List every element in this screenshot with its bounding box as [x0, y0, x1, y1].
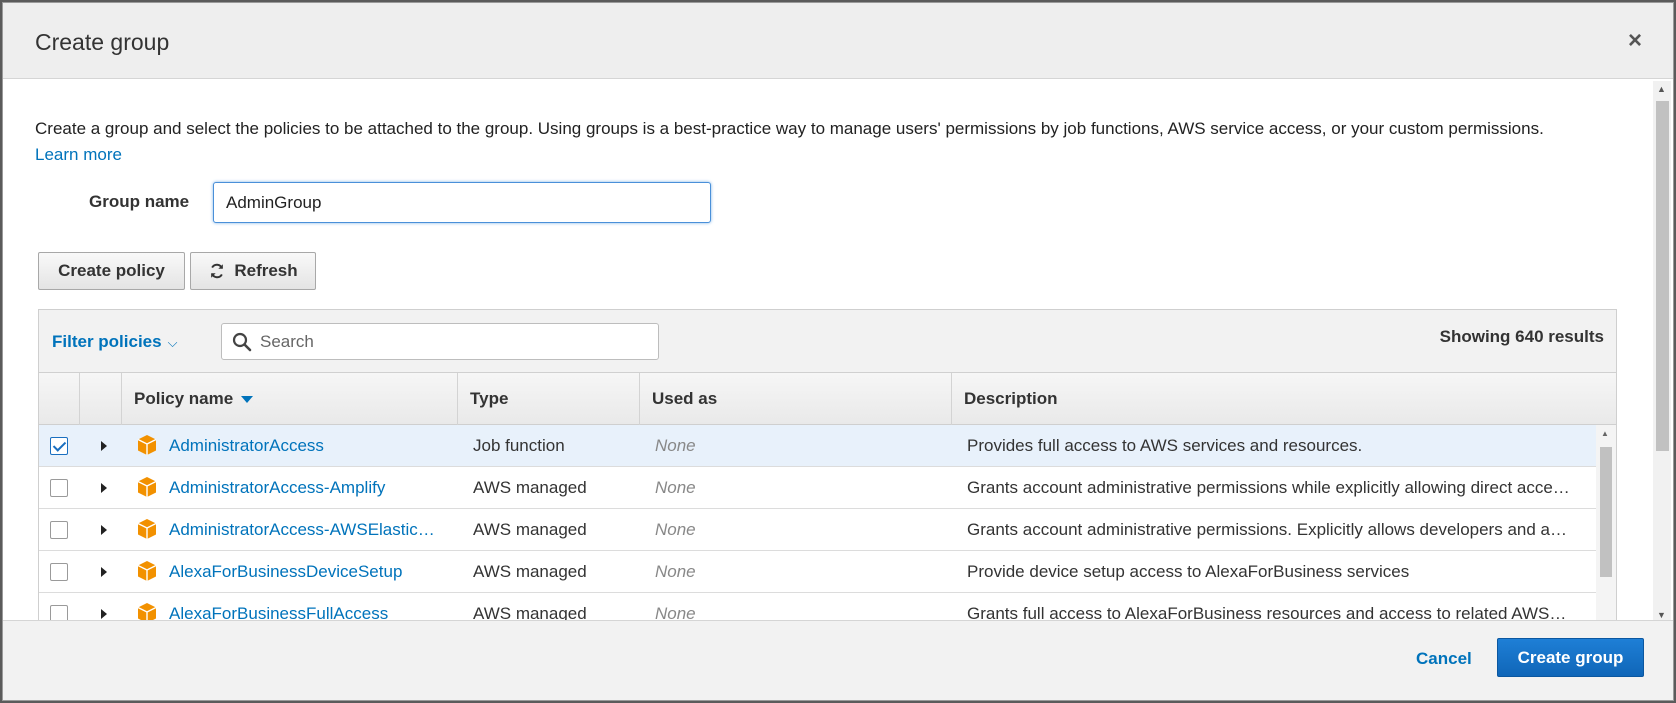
table-body: AdministratorAccess Job function None Pr…: [39, 425, 1598, 623]
row-checkbox[interactable]: [50, 479, 68, 497]
table-scroll-up-icon[interactable]: ▲: [1601, 429, 1609, 438]
table-row[interactable]: AlexaForBusinessDeviceSetup AWS managed …: [39, 551, 1598, 593]
group-name-label: Group name: [89, 192, 190, 211]
policy-cube-icon: [137, 519, 157, 539]
policy-used-as: None: [655, 562, 696, 581]
intro-text: Create a group and select the policies t…: [35, 116, 1635, 168]
expand-caret-icon[interactable]: [101, 567, 107, 577]
policy-description: Grants account administrative permission…: [967, 478, 1570, 497]
policy-name-link[interactable]: AdministratorAccess-Amplify: [169, 467, 449, 509]
table-row[interactable]: AdministratorAccess Job function None Pr…: [39, 425, 1598, 467]
search-icon: [232, 332, 252, 352]
row-checkbox[interactable]: [50, 563, 68, 581]
refresh-label: Refresh: [234, 261, 298, 280]
policy-description: Grants full access to AlexaForBusiness r…: [967, 604, 1567, 623]
filter-policies-label: Filter policies: [52, 332, 162, 351]
table-scrollbar[interactable]: ▲: [1596, 425, 1616, 623]
policy-type: AWS managed: [473, 604, 587, 623]
row-checkbox[interactable]: [50, 437, 68, 455]
cancel-button[interactable]: Cancel: [1416, 649, 1472, 669]
modal-title: Create group: [35, 29, 170, 55]
policy-cube-icon: [137, 435, 157, 455]
expand-caret-icon[interactable]: [101, 525, 107, 535]
intro-description: Create a group and select the policies t…: [35, 119, 1544, 138]
modal-header: Create group ×: [3, 3, 1673, 79]
header-policy-name-label: Policy name: [134, 389, 234, 408]
header-description-label: Description: [964, 389, 1058, 408]
header-used-as[interactable]: Used as: [639, 373, 951, 425]
policy-type: AWS managed: [473, 478, 587, 497]
header-used-as-label: Used as: [652, 389, 718, 408]
header-policy-name[interactable]: Policy name: [121, 373, 457, 425]
chevron-down-icon: ⌵: [167, 335, 178, 350]
policy-used-as: None: [655, 520, 696, 539]
create-policy-button[interactable]: Create policy: [38, 252, 185, 290]
policy-type: Job function: [473, 436, 565, 455]
table-row[interactable]: AlexaForBusinessFullAccess AWS managed N…: [39, 593, 1598, 623]
policy-description: Grants account administrative permission…: [967, 520, 1567, 539]
policy-name-link[interactable]: AdministratorAccess: [169, 425, 449, 467]
policy-type: AWS managed: [473, 562, 587, 581]
header-type-label: Type: [470, 389, 509, 408]
row-checkbox[interactable]: [50, 521, 68, 539]
create-policy-label: Create policy: [58, 261, 165, 280]
table-row[interactable]: AdministratorAccess-Amplify AWS managed …: [39, 467, 1598, 509]
search-box[interactable]: [221, 323, 659, 360]
scroll-down-icon[interactable]: ▼: [1657, 610, 1666, 620]
modal-scrollbar[interactable]: ▲ ▼: [1653, 81, 1671, 623]
create-group-button[interactable]: Create group: [1497, 638, 1644, 677]
sort-descending-icon: [241, 396, 254, 404]
header-select-column: [39, 373, 79, 425]
expand-caret-icon[interactable]: [101, 483, 107, 493]
create-group-modal: Create group × ▲ ▼ Create a group and se…: [2, 2, 1674, 701]
result-count: Showing 640 results: [1439, 327, 1604, 346]
header-description[interactable]: Description: [951, 373, 1616, 425]
modal-scrollbar-thumb[interactable]: [1656, 101, 1669, 451]
search-input[interactable]: [258, 324, 653, 359]
table-scrollbar-thumb[interactable]: [1600, 447, 1612, 577]
header-expand-column: [79, 373, 121, 425]
refresh-button[interactable]: Refresh: [190, 252, 316, 290]
header-type[interactable]: Type: [457, 373, 639, 425]
group-name-input[interactable]: [213, 182, 711, 223]
policy-name-link[interactable]: AdministratorAccess-AWSElastic…: [169, 509, 449, 551]
policy-name-link[interactable]: AlexaForBusinessDeviceSetup: [169, 551, 449, 593]
policy-name-link[interactable]: AlexaForBusinessFullAccess: [169, 593, 449, 623]
table-header: Policy name Type Used as Description: [39, 373, 1616, 425]
policy-used-as: None: [655, 436, 696, 455]
modal-body: Create a group and select the policies t…: [3, 80, 1655, 623]
expand-caret-icon[interactable]: [101, 441, 107, 451]
policy-used-as: None: [655, 478, 696, 497]
close-icon[interactable]: ×: [1625, 29, 1645, 53]
policies-table: Filter policies ⌵ Showing 640 results Pol…: [38, 309, 1617, 623]
refresh-icon: [211, 263, 224, 279]
filter-bar: Filter policies ⌵ Showing 640 results: [39, 310, 1616, 373]
filter-policies-dropdown[interactable]: Filter policies ⌵: [52, 332, 177, 352]
expand-caret-icon[interactable]: [101, 609, 107, 619]
policy-description: Provides full access to AWS services and…: [967, 436, 1363, 455]
modal-footer: Cancel Create group: [3, 620, 1673, 700]
policy-used-as: None: [655, 604, 696, 623]
policy-cube-icon: [137, 477, 157, 497]
policy-description: Provide device setup access to AlexaForB…: [967, 562, 1410, 581]
policy-cube-icon: [137, 561, 157, 581]
learn-more-link[interactable]: Learn more: [35, 145, 122, 164]
policy-type: AWS managed: [473, 520, 587, 539]
scroll-up-icon[interactable]: ▲: [1657, 84, 1666, 94]
table-row[interactable]: AdministratorAccess-AWSElastic… AWS mana…: [39, 509, 1598, 551]
